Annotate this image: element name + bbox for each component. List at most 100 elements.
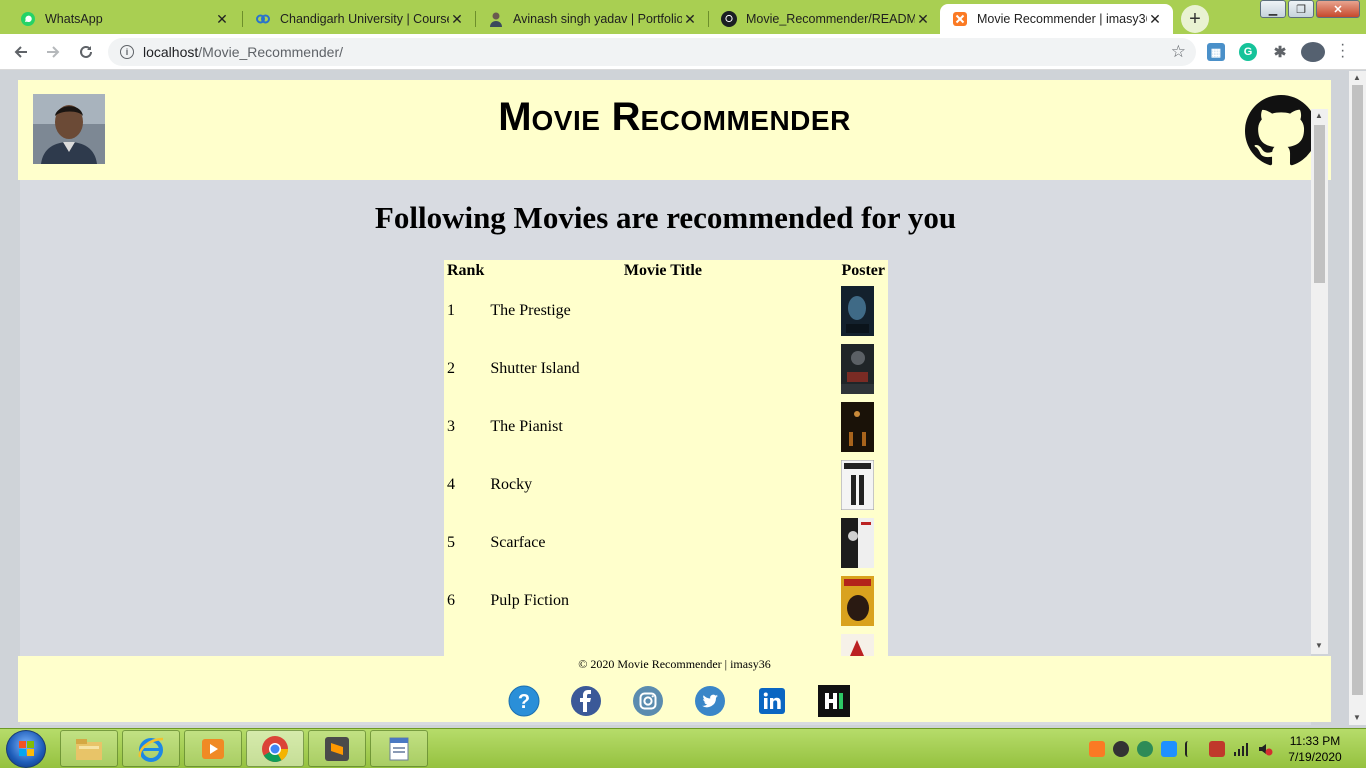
rank-cell: 1 bbox=[447, 302, 455, 319]
rank-cell: 3 bbox=[447, 418, 455, 435]
arrow-right-icon bbox=[47, 46, 60, 58]
reload-icon bbox=[80, 45, 92, 58]
page-heading: Following Movies are recommended for you bbox=[374, 200, 957, 235]
table-row: 6 Pulp Fiction bbox=[444, 572, 888, 630]
table-row: 4 Rocky bbox=[444, 456, 888, 514]
tab-title: Movie_Recommender/README.md bbox=[746, 12, 915, 26]
movie-poster[interactable] bbox=[841, 576, 875, 626]
taskbar-file-explorer[interactable] bbox=[60, 730, 118, 767]
facebook-icon[interactable] bbox=[570, 685, 602, 717]
movie-poster[interactable] bbox=[841, 402, 875, 452]
sublime-text-icon bbox=[325, 736, 349, 761]
title-cell: Scarface bbox=[490, 534, 546, 551]
tab-coursera[interactable]: Chandigarh University | Coursera ✕ bbox=[243, 4, 475, 34]
extensions-puzzle-icon[interactable]: ✱ bbox=[1271, 43, 1289, 61]
title-cell: The Prestige bbox=[490, 302, 571, 319]
taskbar-text-editor[interactable] bbox=[370, 730, 428, 767]
tray-sync-icon[interactable] bbox=[1161, 741, 1177, 757]
scroll-up-arrow[interactable]: ▲ bbox=[1315, 111, 1323, 120]
poster-cell bbox=[838, 514, 888, 572]
restore-button[interactable]: ❐ bbox=[1288, 0, 1314, 18]
rank-cell: 4 bbox=[447, 476, 455, 493]
start-button[interactable] bbox=[6, 730, 46, 768]
instagram-icon[interactable] bbox=[632, 685, 664, 717]
movie-poster[interactable] bbox=[841, 460, 875, 510]
taskbar-chrome[interactable] bbox=[246, 730, 304, 767]
xampp-tray-icon[interactable] bbox=[1089, 741, 1105, 757]
rank-cell: 5 bbox=[447, 534, 455, 551]
rank-cell: 6 bbox=[447, 592, 455, 609]
speaker-icon bbox=[1259, 744, 1273, 756]
bookmark-star-icon[interactable]: ☆ bbox=[1171, 42, 1186, 62]
scrollbar-thumb[interactable] bbox=[1352, 85, 1363, 695]
hackerrank-icon[interactable] bbox=[818, 685, 850, 717]
profile-avatar[interactable] bbox=[1301, 42, 1325, 62]
taskbar-internet-explorer[interactable] bbox=[122, 730, 180, 767]
url-host: localhost bbox=[143, 44, 199, 60]
close-tab-icon[interactable]: ✕ bbox=[915, 11, 931, 28]
linkedin-icon[interactable] bbox=[756, 685, 788, 717]
address-bar[interactable]: i localhost/Movie_Recommender/ ☆ bbox=[108, 38, 1196, 66]
column-header-poster: Poster bbox=[841, 262, 885, 279]
taskbar-sublime-text[interactable] bbox=[308, 730, 366, 767]
close-window-button[interactable]: ✕ bbox=[1316, 0, 1360, 18]
tab-whatsapp[interactable]: WhatsApp ✕ bbox=[8, 4, 240, 34]
tray-tool-icon[interactable] bbox=[1113, 741, 1129, 757]
chrome-icon bbox=[262, 735, 289, 762]
site-title-letter: R bbox=[611, 95, 641, 139]
new-tab-button[interactable]: + bbox=[1181, 5, 1209, 33]
tab-title: WhatsApp bbox=[45, 12, 103, 26]
tab-portfolio[interactable]: Avinash singh yadav | Portfolio ✕ bbox=[476, 4, 708, 34]
minimize-button[interactable]: ▁ bbox=[1260, 0, 1286, 18]
twitter-icon[interactable] bbox=[694, 685, 726, 717]
tab-strip: WhatsApp ✕ Chandigarh University | Cours… bbox=[0, 0, 1366, 34]
page-scrollbar[interactable]: ▲ ▼ bbox=[1349, 71, 1366, 725]
tray-globe-icon[interactable] bbox=[1137, 741, 1153, 757]
system-clock[interactable]: 11:33 PM 7/19/2020 bbox=[1280, 733, 1350, 765]
volume-muted-icon[interactable] bbox=[1257, 741, 1273, 757]
copyright-text: © 2020 Movie Recommender | imasy36 bbox=[578, 657, 771, 671]
movie-poster[interactable] bbox=[841, 286, 875, 336]
scroll-up-arrow[interactable]: ▲ bbox=[1353, 73, 1361, 82]
arrow-left-icon bbox=[14, 46, 27, 58]
action-center-flag-icon[interactable] bbox=[1185, 741, 1201, 757]
close-tab-icon[interactable]: ✕ bbox=[214, 11, 230, 28]
reload-button[interactable] bbox=[74, 40, 98, 64]
recommendations-panel: Following Movies are recommended for you… bbox=[20, 180, 1311, 725]
back-button[interactable] bbox=[9, 40, 33, 64]
scroll-down-arrow[interactable]: ▼ bbox=[1315, 641, 1323, 650]
close-tab-icon[interactable]: ✕ bbox=[682, 11, 698, 28]
window-controls: ▁ ❐ ✕ bbox=[1258, 0, 1360, 18]
info-icon[interactable]: i bbox=[120, 45, 134, 59]
browser-toolbar: i localhost/Movie_Recommender/ ☆ ▦ G ✱ ·… bbox=[0, 34, 1366, 70]
movie-poster[interactable] bbox=[841, 344, 875, 394]
github-icon[interactable] bbox=[1245, 95, 1317, 167]
table-row: 2 Shutter Island bbox=[444, 340, 888, 398]
menu-kebab-icon[interactable]: · · · bbox=[1340, 37, 1345, 65]
tray-security-icon[interactable] bbox=[1209, 741, 1225, 757]
scroll-down-arrow[interactable]: ▼ bbox=[1353, 713, 1361, 722]
tab-github-readme[interactable]: Movie_Recommender/README.md ✕ bbox=[709, 4, 941, 34]
movie-poster[interactable] bbox=[841, 518, 875, 568]
close-tab-icon[interactable]: ✕ bbox=[1147, 11, 1163, 28]
close-tab-icon[interactable]: ✕ bbox=[449, 11, 465, 28]
portfolio-icon bbox=[488, 11, 504, 27]
poster-cell bbox=[838, 456, 888, 514]
poster-cell bbox=[838, 398, 888, 456]
table-row: 5 Scarface bbox=[444, 514, 888, 572]
network-signal-icon[interactable] bbox=[1233, 741, 1249, 757]
recommendation-table: Rank Movie Title Poster 1 The Prestige 2… bbox=[444, 260, 888, 688]
forward-button[interactable] bbox=[41, 40, 65, 64]
tab-movie-recommender[interactable]: Movie Recommender | imasy36 ✕ bbox=[940, 4, 1173, 34]
help-icon[interactable]: ? bbox=[508, 685, 540, 717]
folder-icon bbox=[76, 738, 102, 760]
extension-translate-icon[interactable]: ▦ bbox=[1207, 43, 1225, 61]
content-scrollbar[interactable]: ▲ ▼ bbox=[1311, 109, 1328, 654]
tab-title: Movie Recommender | imasy36 bbox=[977, 12, 1147, 26]
taskbar-media-player[interactable] bbox=[184, 730, 242, 767]
scrollbar-thumb[interactable] bbox=[1314, 125, 1325, 283]
clock-time: 11:33 PM bbox=[1289, 734, 1341, 748]
grammarly-icon[interactable]: G bbox=[1239, 43, 1257, 61]
title-cell: Shutter Island bbox=[490, 360, 580, 377]
media-player-icon bbox=[202, 738, 224, 759]
